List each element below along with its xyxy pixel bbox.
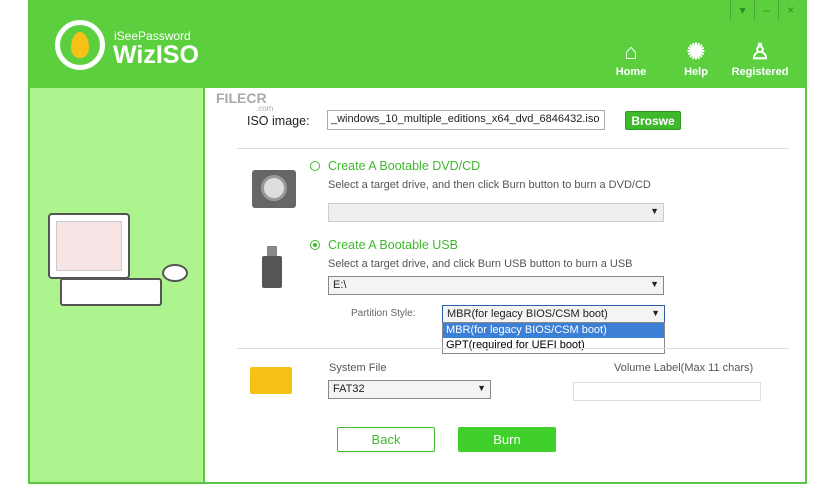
volume-label-input[interactable] — [573, 382, 761, 401]
dvd-option[interactable]: Create A Bootable DVD/CD — [310, 159, 480, 173]
usb-desc: Select a target drive, and click Burn US… — [328, 258, 633, 270]
usb-drive-value: E:\ — [333, 279, 347, 291]
system-file-label: System File — [329, 362, 387, 374]
system-file-select[interactable]: FAT32 ▼ — [328, 380, 491, 399]
keyboard-illustration — [60, 278, 162, 306]
nav-home[interactable]: ⌂ Home — [601, 38, 661, 78]
usb-drive-select[interactable]: E:\ ▼ — [328, 276, 664, 295]
chevron-down-icon: ▼ — [477, 383, 486, 393]
chevron-down-icon: ▼ — [650, 279, 659, 289]
dvd-desc: Select a target drive, and then click Bu… — [328, 179, 651, 191]
system-file-value: FAT32 — [333, 383, 365, 395]
mouse-illustration — [162, 264, 188, 282]
header: iSeePassword WizISO ▾ – × ⌂ Home ✺ Help ♙ R… — [30, 0, 805, 88]
brand-title: WizISO — [113, 41, 199, 69]
nav-registered[interactable]: ♙ Registered — [730, 38, 790, 78]
dvd-radio[interactable] — [310, 161, 320, 171]
volume-label: Volume Label(Max 11 chars) — [614, 362, 754, 374]
partition-label: Partition Style: — [351, 308, 416, 319]
computer-illustration — [48, 213, 130, 279]
partition-option-gpt[interactable]: GPT(required for UEFI boot) — [443, 338, 664, 353]
nav-label: Home — [615, 66, 647, 78]
usb-radio[interactable] — [310, 240, 320, 250]
minimize-button[interactable]: – — [754, 0, 778, 20]
user-icon: ♙ — [750, 39, 770, 64]
dvd-title: Create A Bootable DVD/CD — [328, 159, 481, 173]
chevron-down-icon: ▼ — [651, 308, 660, 318]
browse-button[interactable]: Broswe — [625, 111, 681, 130]
nav-help[interactable]: ✺ Help — [666, 38, 726, 78]
iso-label: ISO image: — [247, 114, 310, 128]
dvd-drive-select[interactable]: ▼ — [328, 203, 664, 222]
usb-option[interactable]: Create A Bootable USB — [310, 238, 458, 252]
menu-button[interactable]: ▾ — [730, 0, 754, 20]
close-button[interactable]: × — [778, 0, 802, 20]
left-panel — [30, 88, 205, 482]
partition-option-mbr[interactable]: MBR(for legacy BIOS/CSM boot) — [443, 323, 664, 338]
dvd-icon — [252, 170, 296, 208]
burn-button[interactable]: Burn — [458, 427, 556, 452]
partition-dropdown: MBR(for legacy BIOS/CSM boot) GPT(requir… — [442, 322, 665, 354]
home-icon: ⌂ — [624, 39, 638, 64]
back-button[interactable]: Back — [337, 427, 435, 452]
watermark-sub: .com — [256, 104, 274, 113]
partition-select[interactable]: MBR(for legacy BIOS/CSM boot) ▼ — [442, 305, 665, 323]
chevron-down-icon: ▼ — [650, 206, 659, 216]
usb-title: Create A Bootable USB — [328, 238, 458, 252]
nav-label: Help — [684, 66, 708, 78]
usb-icon — [262, 246, 282, 290]
logo-icon — [55, 20, 105, 70]
lightbulb-icon: ✺ — [686, 39, 706, 64]
app-window: iSeePassword WizISO ▾ – × ⌂ Home ✺ Help ♙ R… — [28, 0, 807, 484]
folder-icon — [250, 367, 292, 394]
iso-path-input[interactable]: _windows_10_multiple_editions_x64_dvd_68… — [327, 110, 605, 130]
partition-value: MBR(for legacy BIOS/CSM boot) — [447, 308, 608, 320]
nav-label: Registered — [731, 66, 789, 78]
